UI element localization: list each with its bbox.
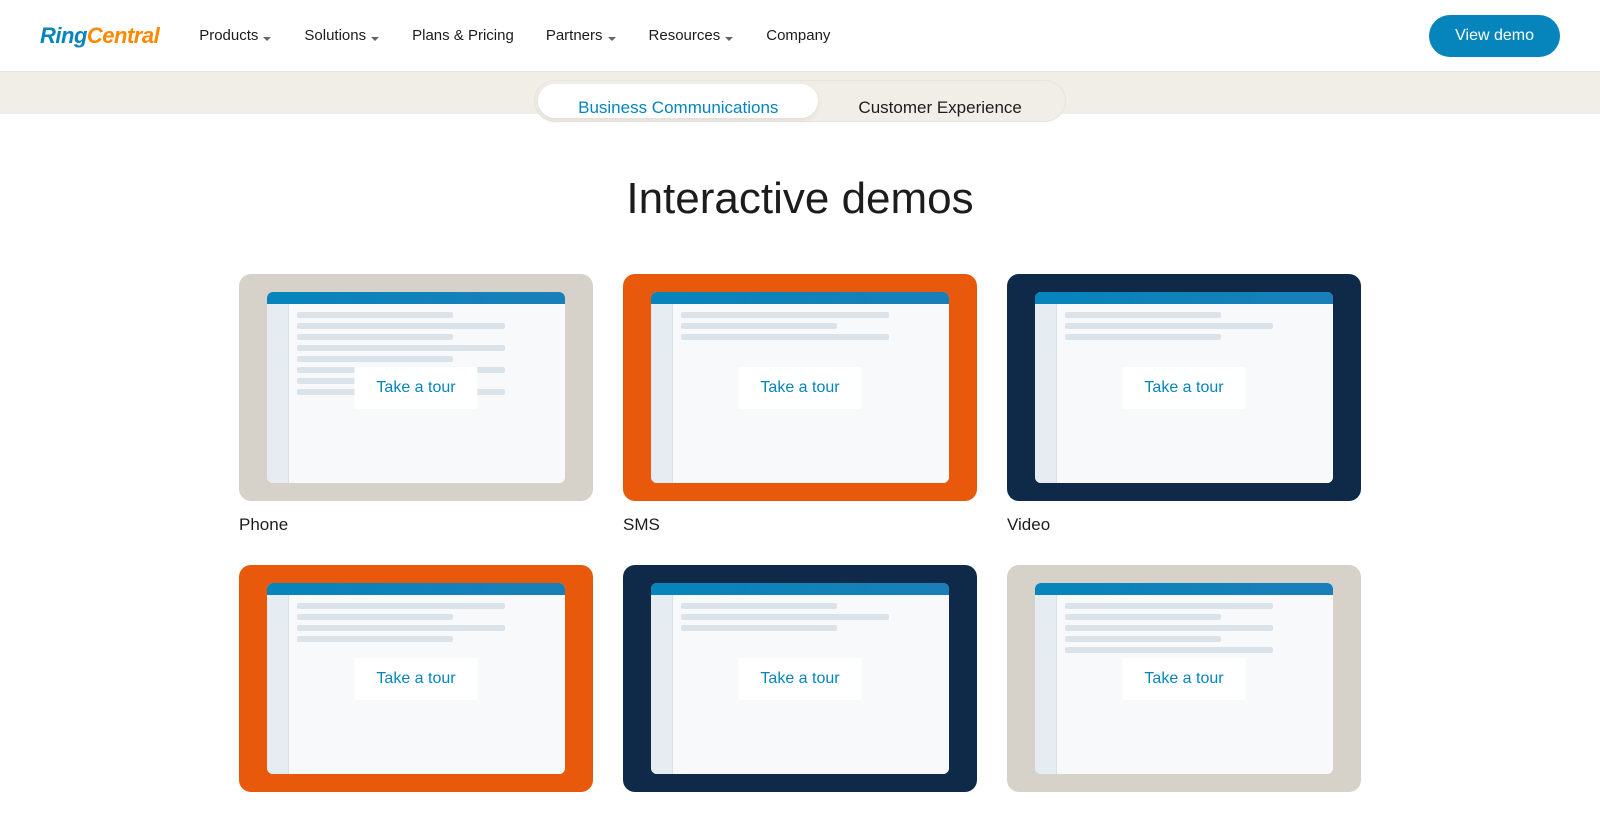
- nav-plans-pricing[interactable]: Plans & Pricing: [412, 27, 514, 44]
- page-title: Interactive demos: [0, 174, 1600, 224]
- demo-card-image: Take a tour: [239, 274, 593, 501]
- demo-card-video: Take a tour Video: [1007, 274, 1361, 535]
- demo-card-image: Take a tour: [1007, 274, 1361, 501]
- nav-label: Products: [199, 27, 258, 44]
- chevron-down-icon: [262, 31, 272, 41]
- chevron-down-icon: [724, 31, 734, 41]
- chevron-down-icon: [607, 31, 617, 41]
- tab-customer-experience[interactable]: Customer Experience: [818, 84, 1061, 118]
- take-tour-button[interactable]: Take a tour: [1122, 367, 1245, 409]
- demo-card-sms: Take a tour SMS: [623, 274, 977, 535]
- primary-nav: Products Solutions Plans & Pricing Partn…: [199, 27, 1429, 44]
- take-tour-button[interactable]: Take a tour: [738, 367, 861, 409]
- nav-company[interactable]: Company: [766, 27, 830, 44]
- take-tour-button[interactable]: Take a tour: [738, 658, 861, 700]
- logo[interactable]: RingCentral: [40, 23, 159, 49]
- demo-card-image: Take a tour: [623, 565, 977, 792]
- take-tour-button[interactable]: Take a tour: [354, 367, 477, 409]
- nav-label: Solutions: [304, 27, 366, 44]
- tab-business-communications[interactable]: Business Communications: [538, 84, 818, 118]
- nav-label: Resources: [649, 27, 721, 44]
- logo-part1: Ring: [40, 23, 87, 48]
- nav-label: Company: [766, 27, 830, 44]
- demo-card-image: Take a tour: [1007, 565, 1361, 792]
- nav-label: Partners: [546, 27, 603, 44]
- demo-card-label: Phone: [239, 515, 593, 535]
- take-tour-button[interactable]: Take a tour: [354, 658, 477, 700]
- take-tour-button[interactable]: Take a tour: [1122, 658, 1245, 700]
- demo-card-image: Take a tour: [623, 274, 977, 501]
- demo-grid: Take a tour Phone Take a: [20, 274, 1580, 832]
- demo-card: Take a tour: [1007, 565, 1361, 792]
- main-header: RingCentral Products Solutions Plans & P…: [0, 0, 1600, 72]
- nav-solutions[interactable]: Solutions: [304, 27, 380, 44]
- tabs-bar: Business Communications Customer Experie…: [0, 72, 1600, 114]
- nav-label: Plans & Pricing: [412, 27, 514, 44]
- chevron-down-icon: [370, 31, 380, 41]
- nav-products[interactable]: Products: [199, 27, 272, 44]
- demo-card-label: SMS: [623, 515, 977, 535]
- demo-card: Take a tour: [239, 565, 593, 792]
- nav-resources[interactable]: Resources: [649, 27, 735, 44]
- demo-card-image: Take a tour: [239, 565, 593, 792]
- tabs-pill: Business Communications Customer Experie…: [534, 80, 1066, 122]
- demo-card-label: Video: [1007, 515, 1361, 535]
- nav-partners[interactable]: Partners: [546, 27, 617, 44]
- demo-card: Take a tour: [623, 565, 977, 792]
- view-demo-button[interactable]: View demo: [1429, 15, 1560, 57]
- logo-part2: Central: [87, 23, 159, 48]
- demo-card-phone: Take a tour Phone: [239, 274, 593, 535]
